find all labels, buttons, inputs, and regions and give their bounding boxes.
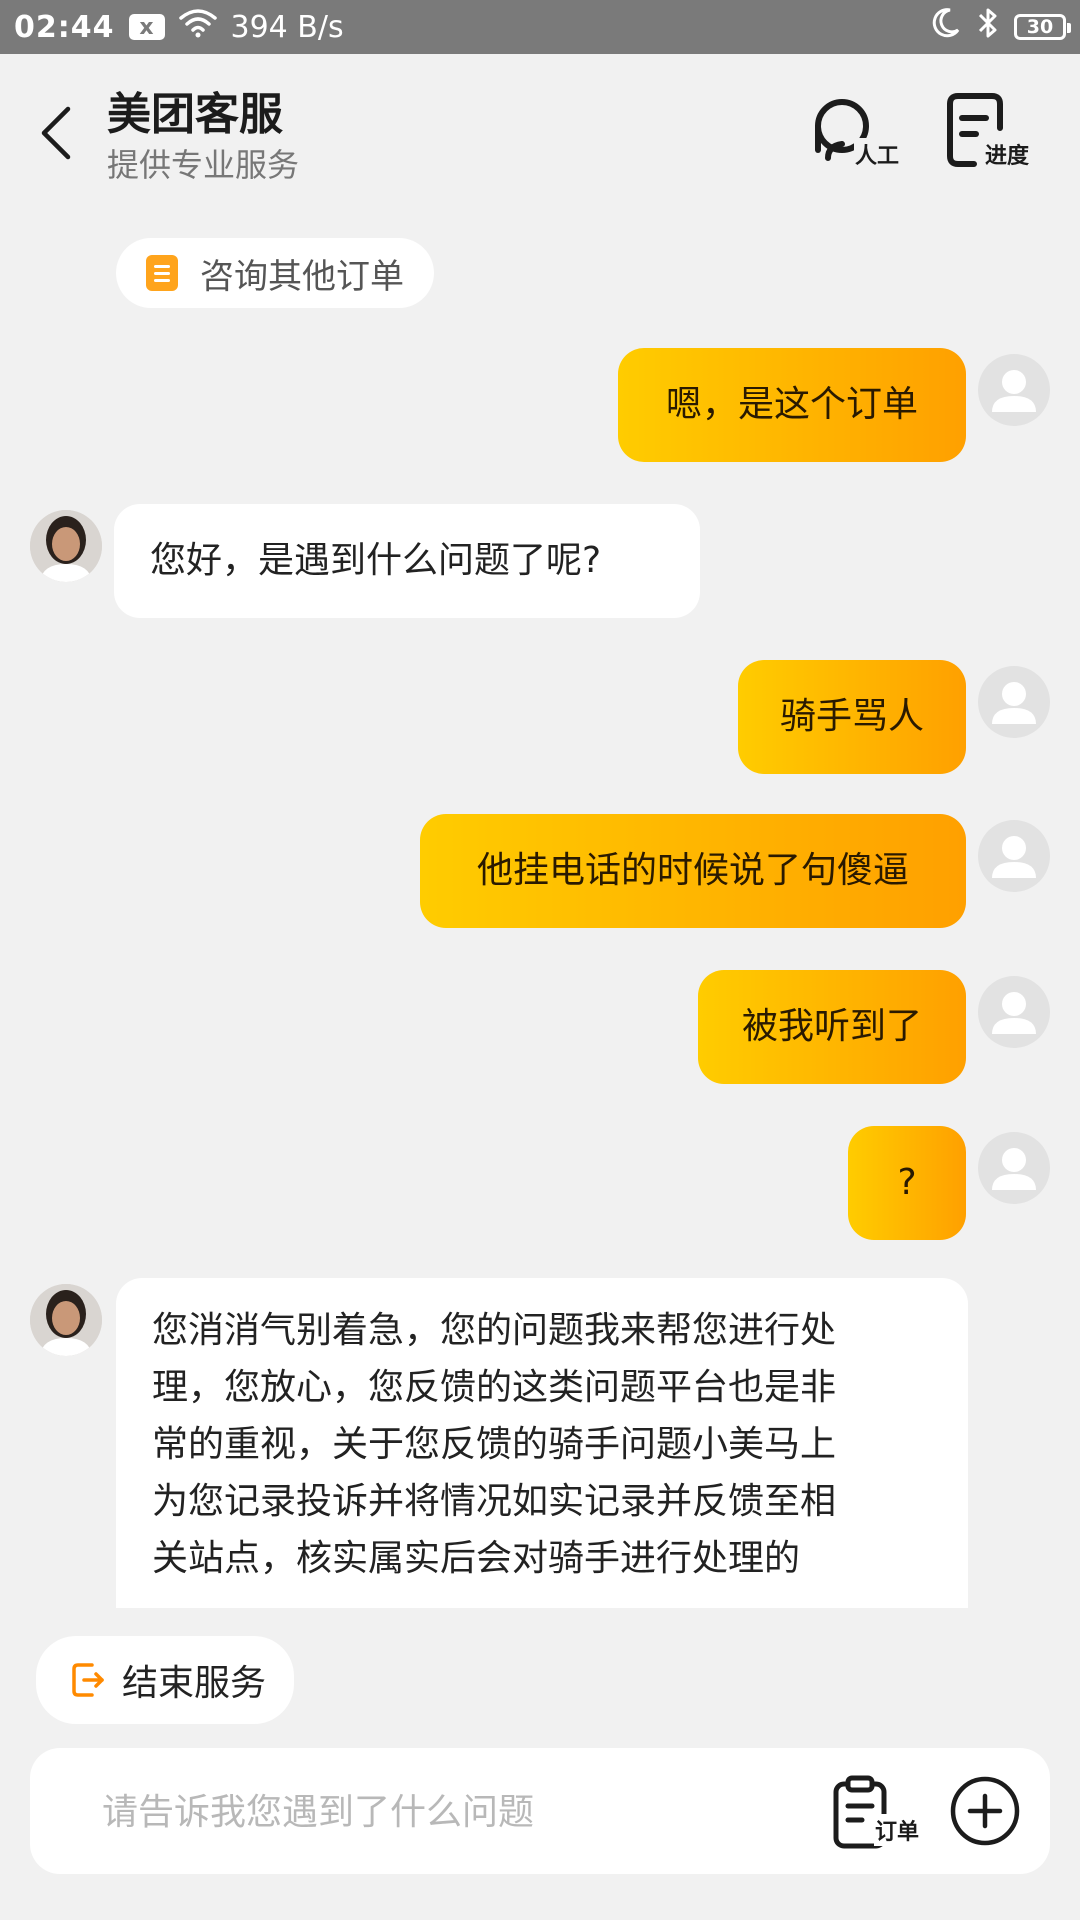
progress-button[interactable]: 进度 <box>940 90 1030 180</box>
person-icon <box>992 370 1036 412</box>
back-button[interactable] <box>30 98 80 168</box>
agent-portrait-icon <box>30 1284 102 1356</box>
bluetooth-icon <box>976 6 1000 48</box>
user-message: ? <box>848 1126 966 1240</box>
message-text: 他挂电话的时候说了句傻逼 <box>476 850 909 891</box>
message-text: ? <box>897 1162 917 1203</box>
chat-header: 美团客服 提供专业服务 人工 进度 <box>0 54 1080 204</box>
chevron-left-icon <box>41 106 71 160</box>
agent-avatar[interactable] <box>30 1284 102 1356</box>
user-avatar[interactable] <box>978 976 1050 1048</box>
user-avatar[interactable] <box>978 354 1050 426</box>
add-attachment-button[interactable] <box>948 1774 1022 1848</box>
consult-other-order-chip[interactable]: 咨询其他订单 <box>116 238 434 308</box>
message-line: 理，您放心，您反馈的这类问题平台也是非 <box>152 1367 837 1408</box>
order-button[interactable]: 订单 <box>830 1774 920 1850</box>
human-agent-label: 人工 <box>853 138 900 170</box>
message-text: 骑手骂人 <box>779 696 924 737</box>
exit-icon <box>72 1663 104 1697</box>
agent-portrait-icon <box>30 510 102 582</box>
message-line: 为您记录投诉并将情况如实记录并反馈至相 <box>152 1481 837 1522</box>
message-input[interactable] <box>100 1778 804 1846</box>
message-line: 关站点，核实属实后会对骑手进行处理的 <box>152 1538 801 1579</box>
order-label: 订单 <box>873 1814 920 1846</box>
user-message: 骑手骂人 <box>738 660 966 774</box>
page-subtitle: 提供专业服务 <box>107 146 300 184</box>
wifi-icon <box>178 8 217 46</box>
message-text: 您好，是遇到什么问题了呢? <box>150 540 602 581</box>
message-text: 嗯，是这个订单 <box>665 384 918 425</box>
user-avatar[interactable] <box>978 666 1050 738</box>
human-agent-button[interactable]: 人工 <box>808 90 900 180</box>
user-avatar[interactable] <box>978 1132 1050 1204</box>
status-time: 02:44 <box>14 9 115 45</box>
agent-avatar[interactable] <box>30 510 102 582</box>
message-input-bar: 订单 <box>30 1748 1050 1874</box>
plus-circle-icon <box>950 1776 1020 1846</box>
notification-icon: x <box>128 14 165 40</box>
chat-screen: 02:44 x 394 B/s 30 美团客服 提供专业服务 人工 进度 咨询其… <box>0 0 1080 1920</box>
status-bar: 02:44 x 394 B/s 30 <box>0 0 1080 54</box>
moon-icon <box>928 6 962 48</box>
battery-level: 30 <box>1026 16 1054 38</box>
progress-label: 进度 <box>983 138 1030 170</box>
page-title: 美团客服 <box>107 89 283 140</box>
message-line: 常的重视，关于您反馈的骑手问题小美马上 <box>152 1424 837 1465</box>
person-icon <box>992 992 1036 1034</box>
document-icon <box>146 255 178 291</box>
user-message: 嗯，是这个订单 <box>618 348 966 462</box>
user-message: 他挂电话的时候说了句傻逼 <box>420 814 966 928</box>
user-avatar[interactable] <box>978 820 1050 892</box>
message-line: 您消消气别着急，您的问题我来帮您进行处 <box>152 1310 837 1351</box>
network-speed: 394 B/s <box>230 9 344 45</box>
agent-message: 您消消气别着急，您的问题我来帮您进行处 理，您放心，您反馈的这类问题平台也是非 … <box>116 1278 968 1608</box>
message-text: 被我听到了 <box>741 1006 922 1047</box>
battery-icon: 30 <box>1014 14 1071 40</box>
consult-other-order-label: 咨询其他订单 <box>200 256 404 297</box>
end-service-button[interactable]: 结束服务 <box>36 1636 294 1724</box>
end-service-label: 结束服务 <box>122 1663 267 1704</box>
person-icon <box>992 836 1036 878</box>
person-icon <box>992 1148 1036 1190</box>
agent-message: 您好，是遇到什么问题了呢? <box>114 504 700 618</box>
user-message: 被我听到了 <box>698 970 966 1084</box>
person-icon <box>992 682 1036 724</box>
